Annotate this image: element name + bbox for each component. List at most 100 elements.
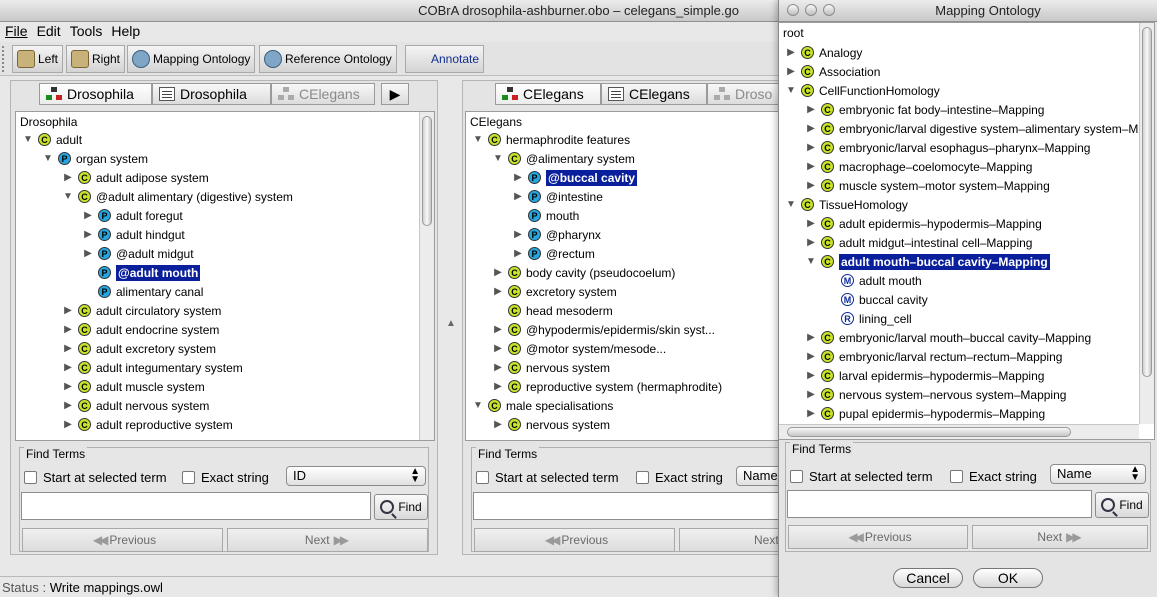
start-at-selected-checkbox[interactable]: Start at selected term [24, 470, 167, 485]
ok-button[interactable]: OK [973, 568, 1043, 588]
expand-arrow-icon[interactable]: ▶ [62, 343, 74, 354]
tree-node[interactable]: ▶ Cembryonic/larval digestive system–alim… [805, 119, 1138, 138]
exact-string-checkbox[interactable]: Exact string [950, 469, 1037, 484]
tree-node[interactable]: ▶ Cadult endocrine system [62, 320, 219, 339]
tree-node[interactable]: Madult mouth [825, 271, 922, 290]
mapping-tree-view[interactable]: root ▶ C Analogy ▶ C Association ▼ C CellFunctio… [779, 22, 1155, 440]
tree-node[interactable]: Palimentary canal [82, 282, 203, 301]
tree-node[interactable]: ▶ Clarval epidermis–hypodermis–Mapping [805, 366, 1044, 385]
expand-arrow-icon[interactable]: ▶ [805, 237, 817, 248]
exact-string-checkbox[interactable]: Exact string [182, 470, 269, 485]
expand-arrow-icon[interactable]: ▶ [82, 229, 94, 240]
collapse-arrow-icon[interactable]: ▼ [472, 134, 484, 145]
menu-file[interactable]: File [0, 22, 32, 39]
find-input[interactable] [473, 492, 803, 520]
expand-arrow-icon[interactable]: ▶ [82, 210, 94, 221]
expand-arrow-icon[interactable]: ▶ [492, 286, 504, 297]
tree-node[interactable]: ▶ P @buccal cavity [512, 168, 638, 187]
expand-arrow-icon[interactable]: ▶ [805, 142, 817, 153]
expand-arrow-icon[interactable]: ▶ [492, 381, 504, 392]
tree-node[interactable]: ▶ Cbody cavity (pseudocoelum) [492, 263, 675, 282]
left-button[interactable]: Left [12, 45, 64, 73]
expand-arrow-icon[interactable]: ▶ [805, 161, 817, 172]
start-at-selected-checkbox[interactable]: Start at selected term [476, 470, 619, 485]
tree-node[interactable]: ▼ Cmale specialisations [472, 396, 613, 415]
expand-arrow-icon[interactable]: ▶ [512, 191, 524, 202]
tree-node[interactable]: ▼ C TissueHomology [785, 195, 908, 214]
right-button[interactable]: Right [66, 45, 126, 73]
expand-arrow-icon[interactable]: ▶ [62, 400, 74, 411]
tree-node[interactable]: ▼ Cadult mouth–buccal cavity–Mapping [805, 252, 1050, 271]
expand-arrow-icon[interactable]: ▶ [62, 172, 74, 183]
tree-node[interactable]: ▶ Cpupal epidermis–hypodermis–Mapping [805, 404, 1045, 423]
tab-drosophila-list[interactable]: Drosophila [152, 83, 271, 105]
tree-node[interactable]: ▶ Cnervous system [492, 415, 610, 434]
expand-arrow-icon[interactable]: ▶ [805, 389, 817, 400]
tree-node[interactable]: ▶ Cadult circulatory system [62, 301, 221, 320]
exact-string-checkbox[interactable]: Exact string [636, 470, 723, 485]
expand-arrow-icon[interactable]: ▶ [805, 408, 817, 419]
tree-node[interactable]: ▶ Cmacrophage–coelomocyte–Mapping [805, 157, 1032, 176]
tree-node[interactable]: ▶ Creproductive system (hermaphrodite) [492, 377, 722, 396]
tree-node[interactable]: ▶ Cnervous system–nervous system–Mapping [805, 385, 1066, 404]
previous-button[interactable]: ◀◀ Previous [788, 525, 968, 549]
collapse-arrow-icon[interactable]: ▼ [62, 191, 74, 202]
find-button[interactable]: Find [374, 494, 428, 520]
tab-drosophila-graph[interactable]: Drosophila [39, 83, 152, 105]
tree-node[interactable]: ▼ Cadult [22, 130, 82, 149]
collapse-arrow-icon[interactable]: ▼ [472, 400, 484, 411]
tree-node[interactable]: ▶ P @intestine [512, 187, 603, 206]
expand-arrow-icon[interactable]: ▶ [492, 267, 504, 278]
tree-node[interactable]: ▶ C Association [785, 62, 880, 81]
collapse-arrow-icon[interactable]: ▼ [492, 153, 504, 164]
tree-node[interactable]: Pmouth [512, 206, 579, 225]
expand-arrow-icon[interactable]: ▶ [82, 248, 94, 259]
tree-node[interactable]: ▼ C @alimentary system [492, 149, 635, 168]
menu-tools[interactable]: Tools [65, 22, 107, 39]
menu-edit[interactable]: Edit [32, 22, 65, 39]
tree-node[interactable]: Mbuccal cavity [825, 290, 928, 309]
tree-node[interactable]: ▶ Cembryonic/larval esophagus–pharynx–Map… [805, 138, 1090, 157]
minimize-window-icon[interactable] [805, 4, 817, 16]
horizontal-scroll-thumb[interactable] [787, 427, 1071, 437]
tab-celegans-graph[interactable]: CElegans [271, 83, 375, 105]
tab-celegans-graph[interactable]: CElegans [495, 83, 601, 105]
tree-node[interactable]: ▶ Cadult nervous system [62, 396, 209, 415]
scroll-thumb[interactable] [422, 116, 432, 226]
right-tree-view[interactable]: CElegans ▼ Chermaphrodite features ▼ C @alim… [465, 111, 791, 441]
collapse-arrow-icon[interactable]: ▼ [785, 85, 797, 96]
reference-ontology-button[interactable]: Reference Ontology [259, 45, 397, 73]
next-button[interactable]: Next ▶▶ [227, 528, 428, 552]
tree-node[interactable]: ▶ C Analogy [785, 43, 862, 62]
expand-arrow-icon[interactable]: ▶ [785, 47, 797, 58]
tree-node[interactable]: ▶ Padult foregut [82, 206, 183, 225]
menu-help[interactable]: Help [106, 22, 144, 39]
tree-node[interactable]: ▶ Cadult epidermis–hypodermis–Mapping [805, 214, 1042, 233]
expand-arrow-icon[interactable]: ▶ [62, 362, 74, 373]
expand-arrow-icon[interactable]: ▶ [805, 180, 817, 191]
tree-node[interactable]: Chead mesoderm [492, 301, 613, 320]
tree-node[interactable]: ▶ Cembryonic/larval mouth–buccal cavity–M… [805, 328, 1091, 347]
start-at-selected-checkbox[interactable]: Start at selected term [790, 469, 933, 484]
expand-arrow-icon[interactable]: ▶ [805, 218, 817, 229]
tree-node[interactable]: ▶ Cadult excretory system [62, 339, 216, 358]
search-field-select[interactable]: Name ▲ ▼ [1050, 464, 1146, 484]
tree-node[interactable]: ▼ Chermaphrodite features [472, 130, 630, 149]
tree-node[interactable]: ▶ Cadult midgut–intestinal cell–Mapping [805, 233, 1032, 252]
close-window-icon[interactable] [787, 4, 799, 16]
collapse-arrow-icon[interactable]: ▼ [805, 256, 817, 267]
expand-arrow-icon[interactable]: ▶ [805, 370, 817, 381]
tree-node[interactable]: ▶ Cnervous system [492, 358, 610, 377]
tree-node[interactable]: ▶ Cembryonic/larval rectum–rectum–Mapping [805, 347, 1062, 366]
vertical-scrollbar[interactable] [419, 112, 434, 440]
tree-node[interactable]: Rlining_cell [825, 309, 912, 328]
collapse-arrow-icon[interactable]: ▼ [22, 134, 34, 145]
tree-node[interactable]: ▶ Cembryonic fat body–intestine–Mapping [805, 100, 1044, 119]
horizontal-scrollbar[interactable] [779, 424, 1139, 439]
previous-button[interactable]: ◀◀ Previous [22, 528, 223, 552]
tree-node[interactable]: P @adult mouth [82, 263, 201, 282]
expand-arrow-icon[interactable]: ▶ [492, 362, 504, 373]
expand-arrow-icon[interactable]: ▶ [512, 172, 524, 183]
mapping-ontology-button[interactable]: Mapping Ontology [127, 45, 256, 73]
tree-node[interactable]: ▼ C @adult alimentary (digestive) system [62, 187, 293, 206]
